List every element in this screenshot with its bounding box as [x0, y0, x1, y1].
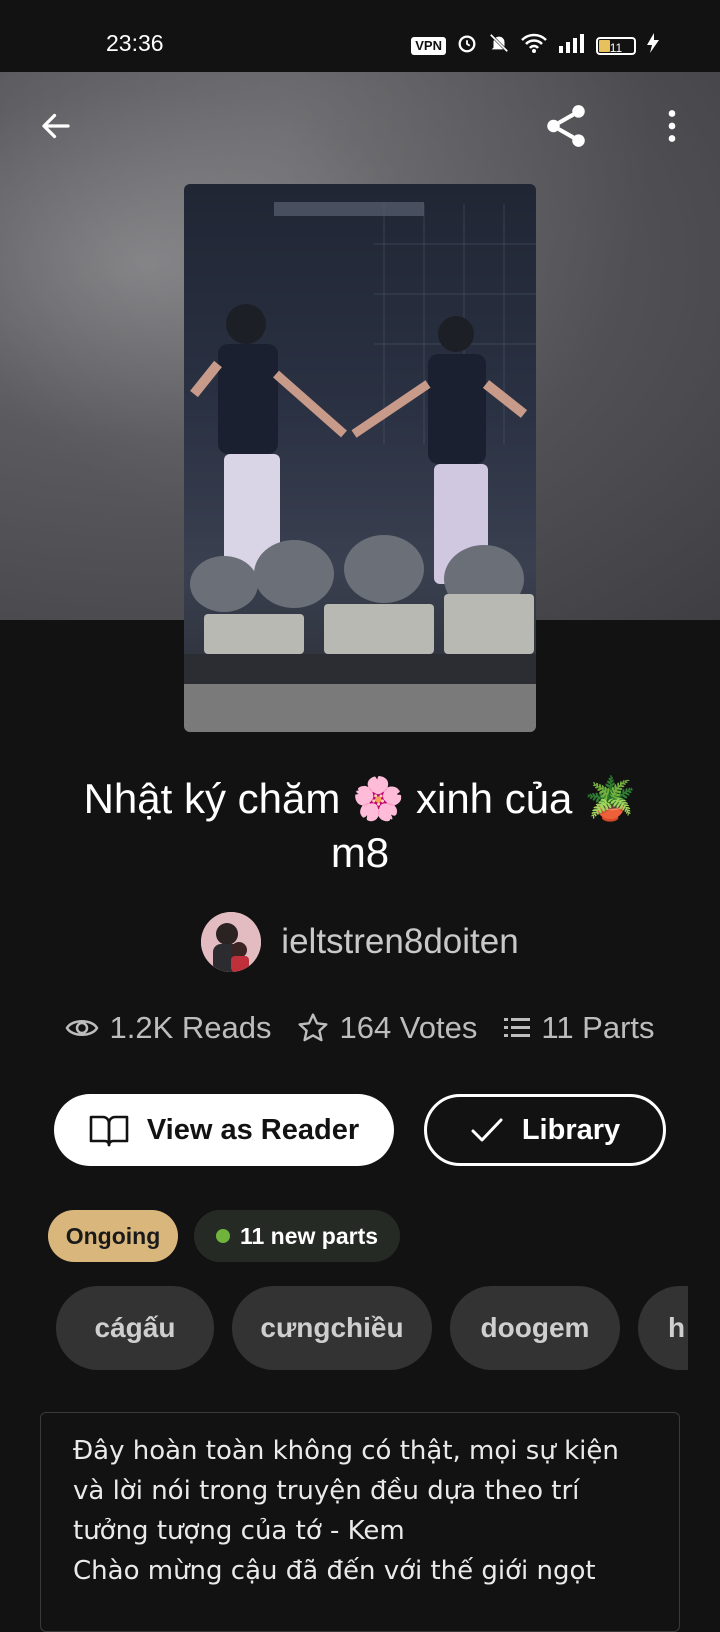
description-line: Đây hoàn toàn không có thật, mọi sự kiện	[73, 1436, 619, 1466]
status-badge: Ongoing	[48, 1210, 178, 1262]
book-open-icon	[89, 1115, 129, 1147]
story-cover-image[interactable]	[184, 184, 536, 732]
library-button[interactable]: Library	[424, 1094, 666, 1166]
new-dot-icon	[215, 1229, 230, 1243]
library-label: Library	[521, 1113, 621, 1146]
votes-count: 164 Votes	[339, 1010, 478, 1045]
view-as-reader-button[interactable]: View as Reader	[54, 1094, 394, 1166]
votes-stat: 164 Votes	[297, 1010, 477, 1046]
battery-icon: 11	[596, 36, 636, 55]
story-title-line1: Nhật ký chăm 🌸 xinh của 🪴	[83, 775, 637, 822]
parts-count: 11 Parts	[541, 1010, 655, 1045]
description-line: tưởng tượng của tớ - Kem	[73, 1516, 405, 1546]
author-avatar[interactable]	[201, 912, 262, 972]
vpn-badge: VPN	[411, 36, 446, 55]
new-parts-label: 11 new parts	[239, 1222, 379, 1249]
eye-icon	[66, 1020, 99, 1036]
share-icon	[547, 105, 585, 147]
back-button[interactable]	[30, 100, 82, 152]
back-arrow-icon	[42, 113, 70, 139]
list-icon	[504, 1018, 531, 1037]
status-time: 23:36	[106, 30, 164, 56]
story-title-line2: m8	[330, 829, 390, 876]
star-icon	[298, 1013, 329, 1042]
more-vert-icon	[668, 110, 676, 142]
story-stats: 1.2K Reads 164 Votes 11 Parts	[0, 1010, 720, 1046]
charging-icon	[646, 32, 660, 59]
tags-row: cágấu cưngchiều doogem h	[56, 1286, 688, 1370]
story-title: Nhật ký chăm 🌸 xinh của 🪴 m8	[40, 772, 680, 880]
wifi-icon	[520, 32, 548, 59]
description-line: Chào mừng cậu đã đến với thế giới ngọt	[73, 1556, 596, 1586]
more-options-button[interactable]	[646, 100, 698, 152]
tag-chip[interactable]: h	[638, 1286, 688, 1370]
author-name[interactable]: ieltstren8doiten	[281, 922, 518, 962]
mute-icon	[488, 32, 510, 59]
parts-stat: 11 Parts	[503, 1010, 655, 1046]
battery-level: 11	[609, 40, 623, 55]
tag-chip[interactable]: cưngchiều	[232, 1286, 432, 1370]
cover-photo	[184, 202, 536, 732]
share-button[interactable]	[540, 100, 592, 152]
new-parts-badge: 11 new parts	[194, 1210, 400, 1262]
author-row[interactable]: ieltstren8doiten	[0, 912, 720, 972]
view-as-reader-label: View as Reader	[146, 1113, 360, 1146]
tag-chip[interactable]: cágấu	[56, 1286, 214, 1370]
reads-stat: 1.2K Reads	[65, 1010, 271, 1046]
reads-count: 1.2K Reads	[109, 1010, 272, 1045]
description-line: và lời nói trong truyện đều dựa theo trí	[73, 1476, 580, 1506]
status-bar: 23:36 VPN 11	[0, 0, 720, 72]
check-icon	[471, 1118, 503, 1142]
status-icons: VPN 11	[411, 32, 660, 59]
story-description: Đây hoàn toàn không có thật, mọi sự kiện…	[40, 1412, 680, 1632]
alarm-icon	[456, 32, 478, 59]
signal-icon	[558, 32, 586, 59]
tag-chip[interactable]: doogem	[450, 1286, 620, 1370]
